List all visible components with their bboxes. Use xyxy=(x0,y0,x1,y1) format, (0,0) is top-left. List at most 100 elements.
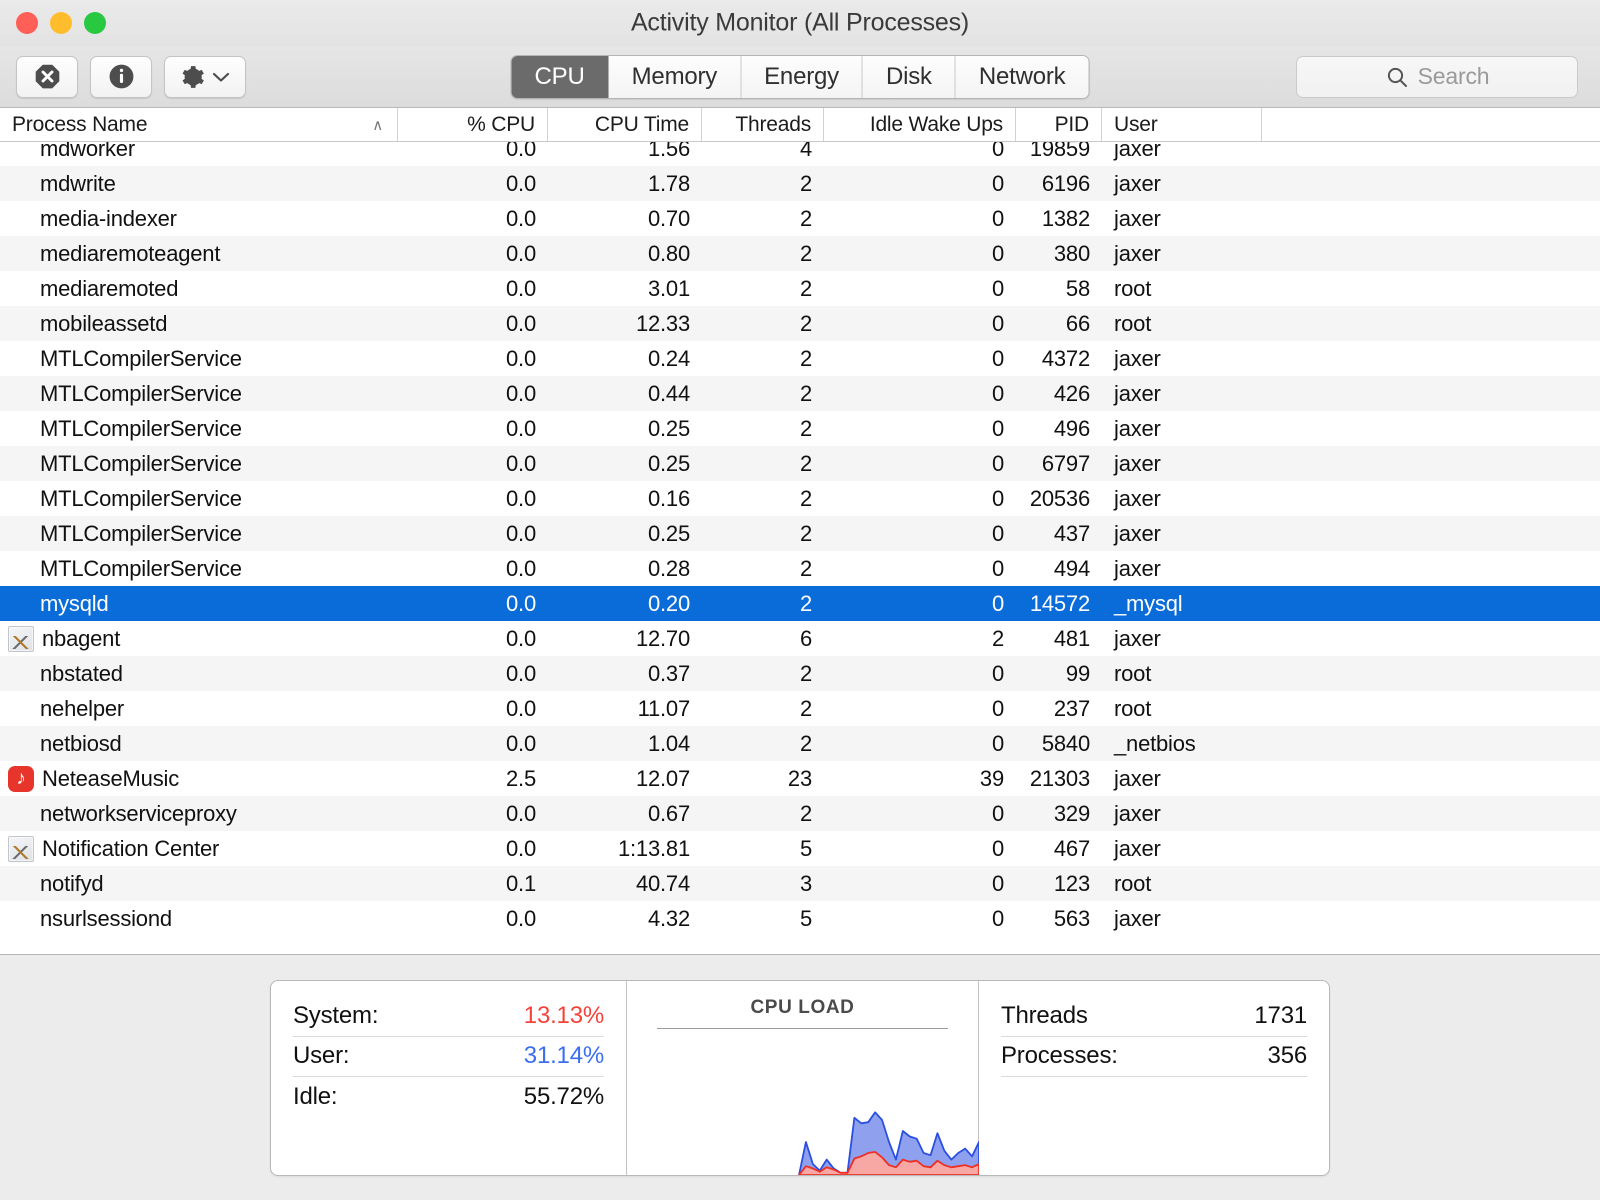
cell-text: 2 xyxy=(800,416,812,442)
tab-memory[interactable]: Memory xyxy=(609,56,741,98)
table-row[interactable]: MTLCompilerService0.00.2520496jaxer xyxy=(0,411,1600,446)
column-header-idle[interactable]: Idle Wake Ups xyxy=(824,108,1016,141)
table-row[interactable]: MTLCompilerService0.00.24204372jaxer xyxy=(0,341,1600,376)
cell-text: jaxer xyxy=(1114,206,1161,232)
cell-cpu: 0.0 xyxy=(398,341,548,376)
cell-pid: 4372 xyxy=(1016,341,1102,376)
inspect-process-button[interactable] xyxy=(90,56,152,98)
cell-text: 0.16 xyxy=(648,486,690,512)
cell-pid: 66 xyxy=(1016,306,1102,341)
table-row[interactable]: mediaremoted0.03.012058root xyxy=(0,271,1600,306)
cell-text: mediaremoteagent xyxy=(40,241,220,267)
cell-cpu: 0.0 xyxy=(398,376,548,411)
cell-text: 0.0 xyxy=(506,206,536,232)
cell-pid: 5840 xyxy=(1016,726,1102,761)
cell-text: 12.33 xyxy=(636,311,690,337)
quit-process-button[interactable] xyxy=(16,56,78,98)
cell-text: 1.04 xyxy=(648,731,690,757)
table-row[interactable]: nbagent0.012.7062481jaxer xyxy=(0,621,1600,656)
totals-panel: Threads 1731 Processes: 356 xyxy=(979,981,1329,1175)
cell-text: jaxer xyxy=(1114,486,1161,512)
column-header-threads[interactable]: Threads xyxy=(702,108,824,141)
table-row[interactable]: mdworker0.01.564019859jaxer xyxy=(0,142,1600,166)
table-row[interactable]: MTLCompilerService0.00.2820494jaxer xyxy=(0,551,1600,586)
cell-threads: 2 xyxy=(702,726,824,761)
cell-blank xyxy=(1262,481,1600,516)
cell-text: root xyxy=(1114,871,1151,897)
tab-cpu[interactable]: CPU xyxy=(512,56,609,98)
cell-name: nehelper xyxy=(0,691,398,726)
cell-blank xyxy=(1262,201,1600,236)
cell-user: jaxer xyxy=(1102,236,1262,271)
table-row[interactable]: networkserviceproxy0.00.6720329jaxer xyxy=(0,796,1600,831)
table-row[interactable]: ♪NeteaseMusic2.512.07233921303jaxer xyxy=(0,761,1600,796)
column-header-time[interactable]: CPU Time xyxy=(548,108,702,141)
search-field[interactable]: Search xyxy=(1296,56,1578,98)
cell-text: 0.0 xyxy=(506,311,536,337)
table-row[interactable]: MTLCompilerService0.00.25206797jaxer xyxy=(0,446,1600,481)
view-options-button[interactable] xyxy=(164,56,246,98)
cell-text: 66 xyxy=(1066,311,1090,337)
cell-cpu: 0.0 xyxy=(398,586,548,621)
cell-cpu: 0.0 xyxy=(398,481,548,516)
cell-name: mdwrite xyxy=(0,166,398,201)
table-row[interactable]: media-indexer0.00.70201382jaxer xyxy=(0,201,1600,236)
table-row[interactable]: nehelper0.011.0720237root xyxy=(0,691,1600,726)
table-row[interactable]: netbiosd0.01.04205840_netbios xyxy=(0,726,1600,761)
cell-blank xyxy=(1262,142,1600,166)
table-row[interactable]: nsurlsessiond0.04.3250563jaxer xyxy=(0,901,1600,936)
column-header-name[interactable]: Process Name∧ xyxy=(0,108,398,141)
column-header-blank[interactable] xyxy=(1262,108,1600,141)
title-bar: Activity Monitor (All Processes) xyxy=(0,0,1600,46)
cell-text: 20536 xyxy=(1030,486,1090,512)
process-table[interactable]: mdworker0.01.564019859jaxermdwrite0.01.7… xyxy=(0,142,1600,954)
cell-cpu: 0.0 xyxy=(398,306,548,341)
cell-text: 5 xyxy=(800,906,812,932)
table-row[interactable]: MTLCompilerService0.00.4420426jaxer xyxy=(0,376,1600,411)
tab-energy[interactable]: Energy xyxy=(741,56,863,98)
tab-network[interactable]: Network xyxy=(956,56,1089,98)
cell-cpu: 0.0 xyxy=(398,831,548,866)
cell-text: 0 xyxy=(992,276,1004,302)
cell-name: MTLCompilerService xyxy=(0,376,398,411)
cell-time: 0.44 xyxy=(548,376,702,411)
cell-time: 0.25 xyxy=(548,411,702,446)
table-row[interactable]: mdwrite0.01.78206196jaxer xyxy=(0,166,1600,201)
table-row[interactable]: MTLCompilerService0.00.162020536jaxer xyxy=(0,481,1600,516)
cell-text: 0.70 xyxy=(648,206,690,232)
table-row[interactable]: nbstated0.00.372099root xyxy=(0,656,1600,691)
cell-threads: 2 xyxy=(702,586,824,621)
column-header-pid[interactable]: PID xyxy=(1016,108,1102,141)
stat-value-system: 13.13% xyxy=(524,1002,604,1030)
table-row[interactable]: mysqld0.00.202014572_mysql xyxy=(0,586,1600,621)
cell-text: 12.70 xyxy=(636,626,690,652)
cell-time: 3.01 xyxy=(548,271,702,306)
cell-pid: 437 xyxy=(1016,516,1102,551)
cell-idle: 0 xyxy=(824,586,1016,621)
cell-text: 3 xyxy=(800,871,812,897)
cell-user: jaxer xyxy=(1102,376,1262,411)
cell-blank xyxy=(1262,691,1600,726)
cell-user: root xyxy=(1102,691,1262,726)
table-row[interactable]: mobileassetd0.012.332066root xyxy=(0,306,1600,341)
table-row[interactable]: mediaremoteagent0.00.8020380jaxer xyxy=(0,236,1600,271)
stat-value-idle: 55.72% xyxy=(524,1083,604,1111)
tab-disk[interactable]: Disk xyxy=(863,56,956,98)
cell-time: 12.70 xyxy=(548,621,702,656)
cell-text: jaxer xyxy=(1114,451,1161,477)
stat-label-system: System: xyxy=(293,1002,378,1030)
cell-text: 2 xyxy=(992,626,1004,652)
column-header-cpu[interactable]: % CPU xyxy=(398,108,548,141)
cell-text: 4.32 xyxy=(648,906,690,932)
cell-pid: 14572 xyxy=(1016,586,1102,621)
cell-text: 329 xyxy=(1054,801,1090,827)
table-row[interactable]: Notification Center0.01:13.8150467jaxer xyxy=(0,831,1600,866)
cell-text: 11.07 xyxy=(638,696,690,722)
cell-threads: 4 xyxy=(702,142,824,166)
cell-text: jaxer xyxy=(1114,556,1161,582)
table-row[interactable]: notifyd0.140.7430123root xyxy=(0,866,1600,901)
table-row[interactable]: MTLCompilerService0.00.2520437jaxer xyxy=(0,516,1600,551)
cell-cpu: 0.0 xyxy=(398,796,548,831)
cell-pid: 237 xyxy=(1016,691,1102,726)
column-header-user[interactable]: User xyxy=(1102,108,1262,141)
